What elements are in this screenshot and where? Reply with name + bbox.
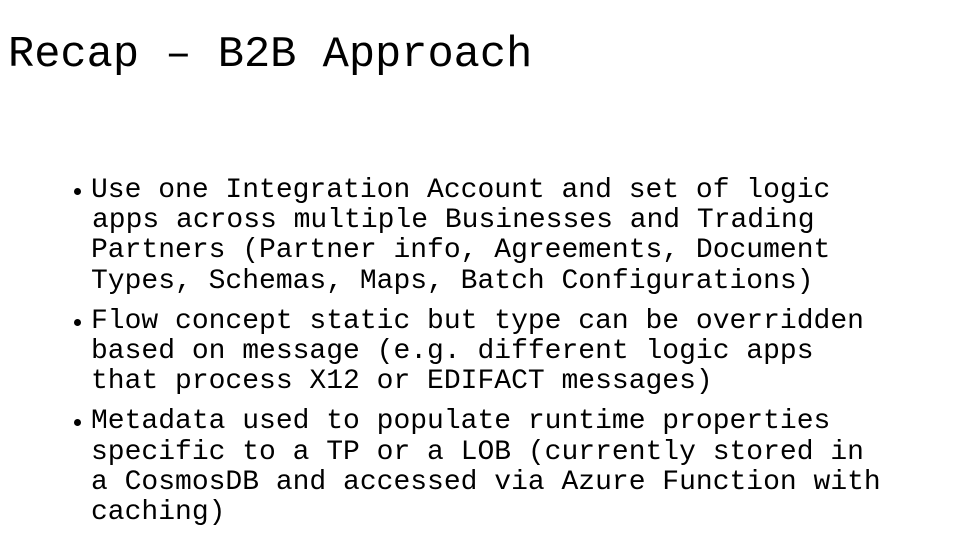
bullet-item: Flow concept static but type can be over…	[74, 305, 881, 398]
bullet-dot-icon	[74, 188, 81, 195]
bullet-list: Use one Integration Account and set of l…	[74, 175, 881, 538]
bullet-line: Use one Integration Account and set of l…	[91, 175, 831, 206]
bullet-item: Metadata used to populate runtime proper…	[74, 406, 881, 529]
bullet-item: Use one Integration Account and set of l…	[74, 175, 881, 297]
bullet-line: specific to a TP or a LOB (currently sto…	[91, 436, 864, 468]
bullet-line: Partners (Partner info, Agreements, Docu…	[91, 235, 831, 267]
bullet-line: a CosmosDB and accessed via Azure Functi…	[91, 466, 881, 498]
bullet-dot-icon	[74, 419, 81, 427]
bullet-dot-icon	[74, 318, 81, 326]
bullet-line: Types, Schemas, Maps, Batch Configuratio…	[91, 265, 814, 297]
bullet-line: based on message (e.g. different logic a…	[91, 336, 814, 368]
slide-title: Recap – B2B Approach	[8, 31, 533, 80]
bullet-line: that process X12 or EDIFACT messages)	[91, 366, 713, 398]
bullet-line: apps across multiple Businesses and Trad…	[92, 205, 815, 237]
bullet-line: Metadata used to populate runtime proper…	[91, 406, 831, 438]
bullet-line: Flow concept static but type can be over…	[91, 305, 864, 337]
bullet-line: caching)	[91, 497, 226, 529]
